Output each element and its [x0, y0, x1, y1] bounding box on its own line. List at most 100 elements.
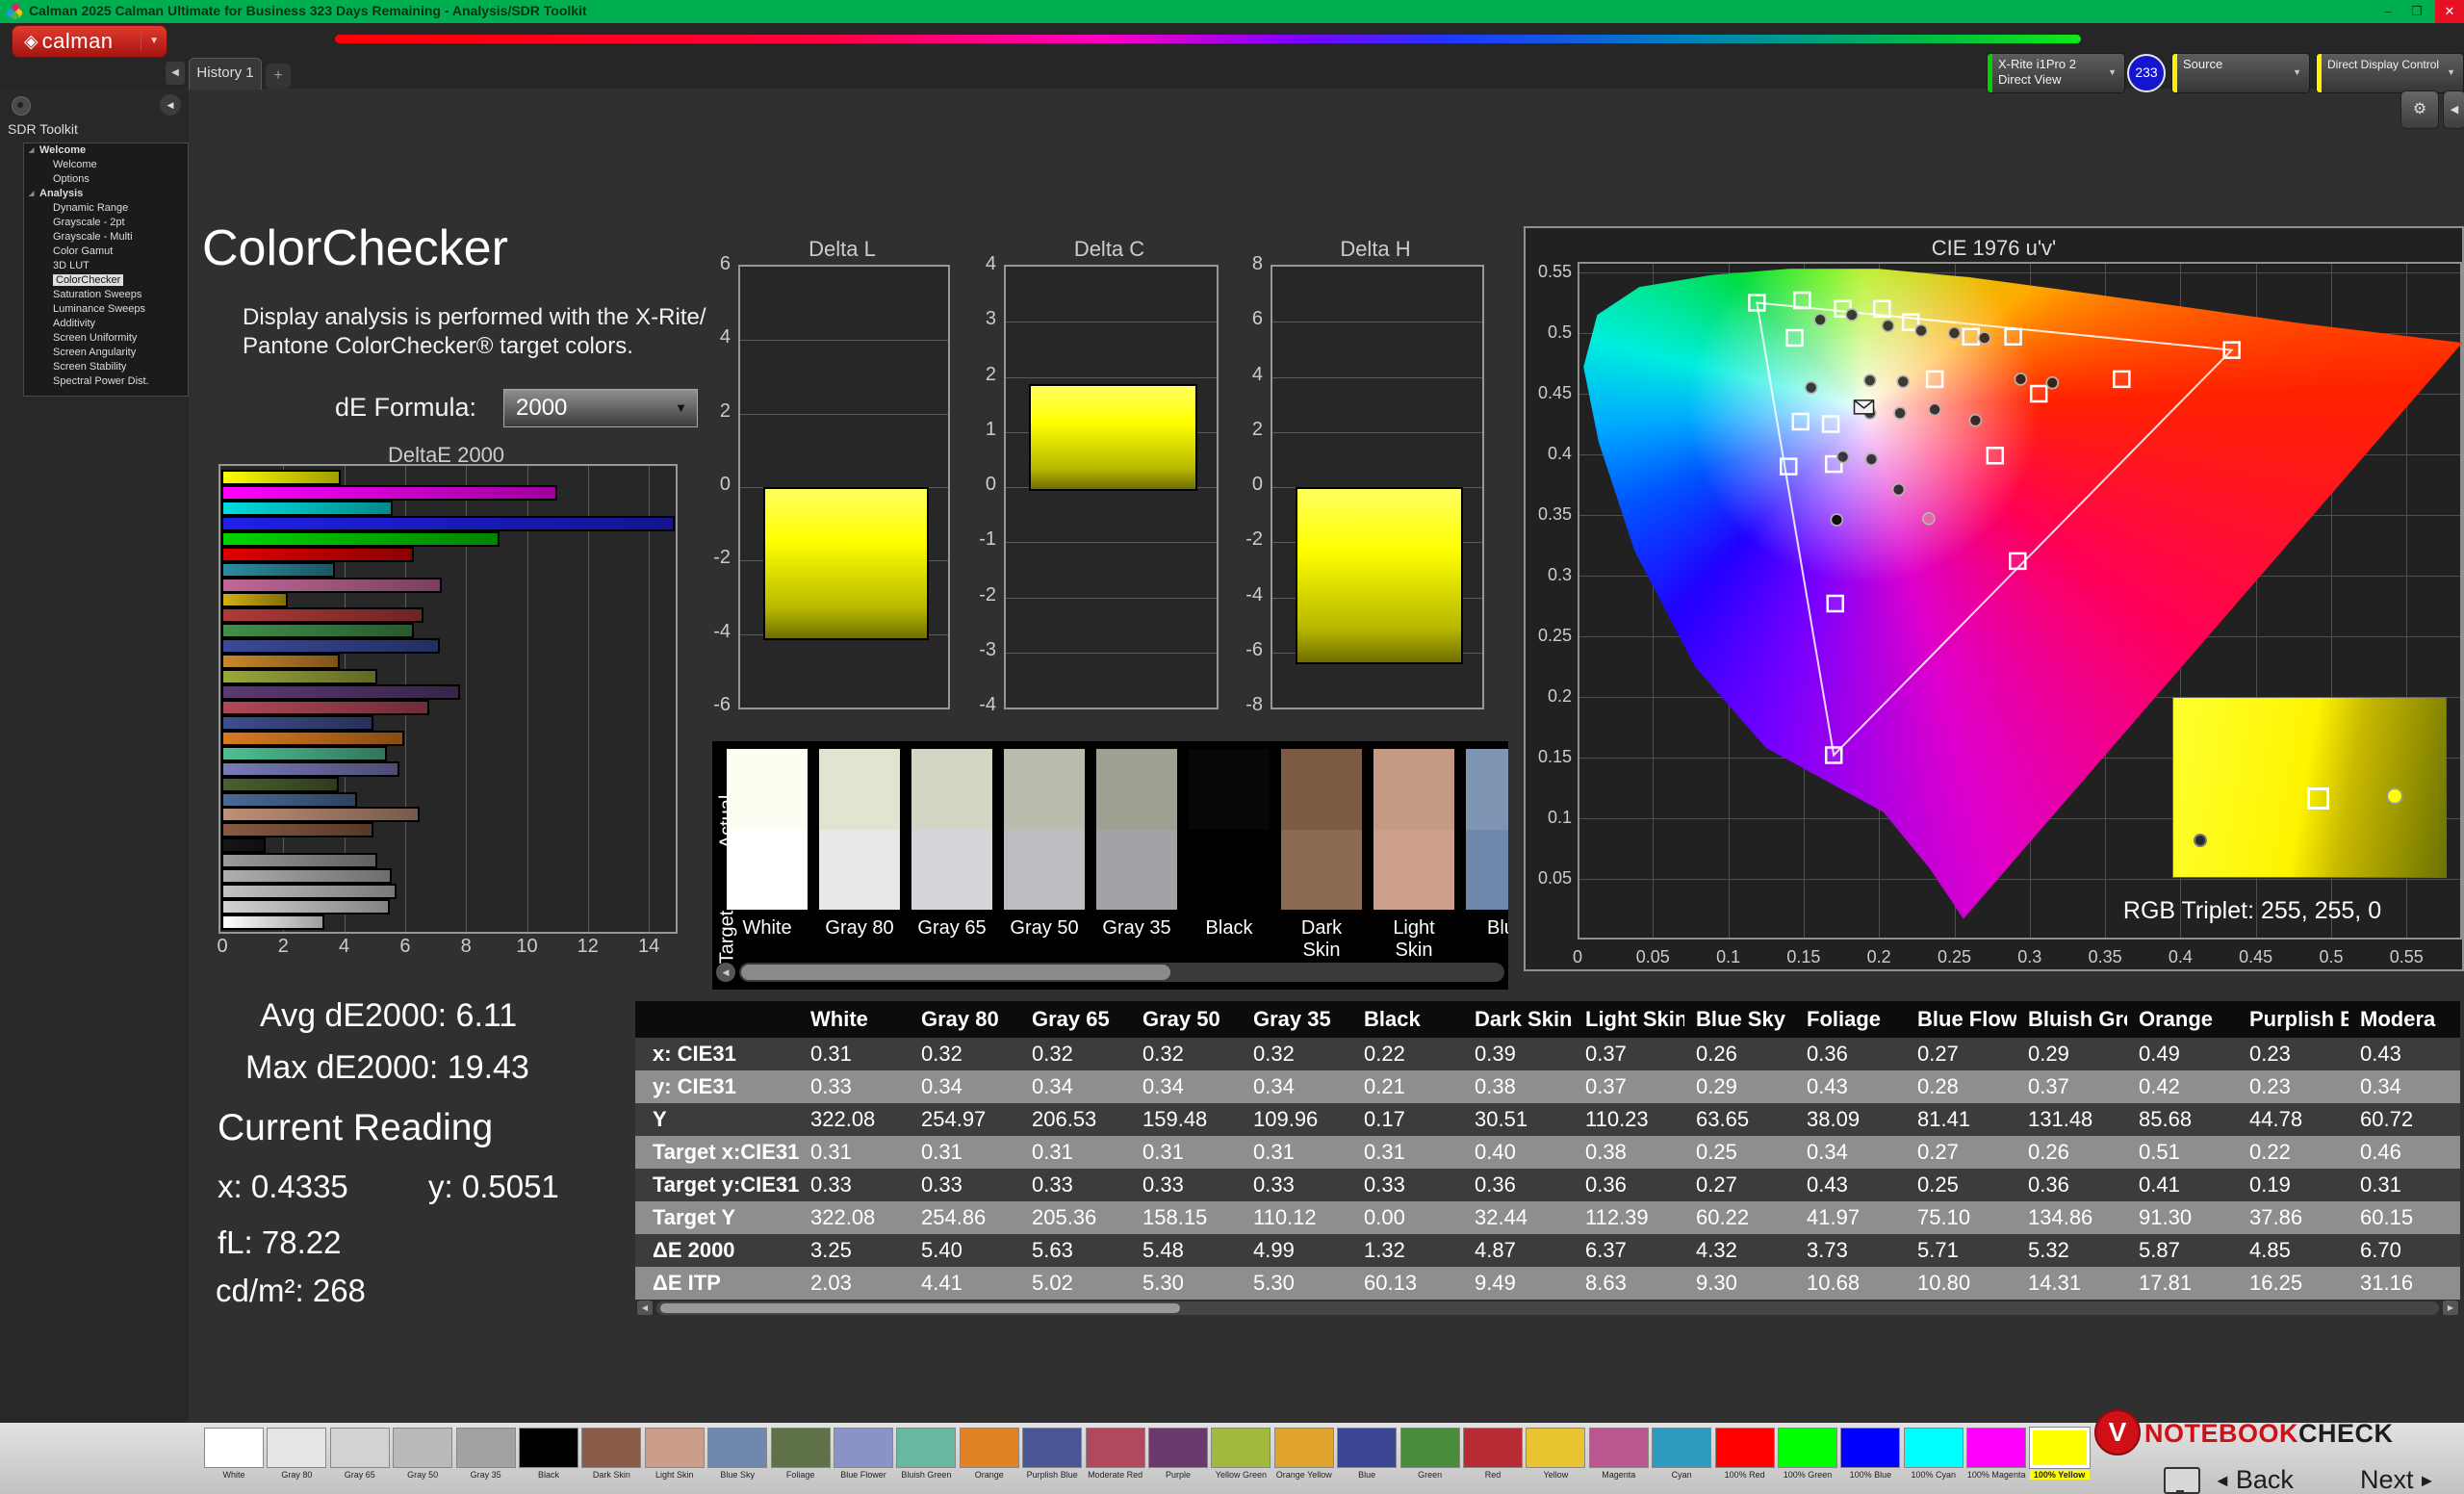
sidebar-item-spectral-power-dist-[interactable]: Spectral Power Dist.	[24, 374, 188, 389]
sidebar-item-saturation-sweeps[interactable]: Saturation Sweeps	[24, 288, 188, 302]
delta-tick-label: 6	[1220, 308, 1263, 330]
patch-tile-moderate-red[interactable]: Moderate Red	[1086, 1428, 1145, 1468]
table-cell: 0.31	[1131, 1136, 1242, 1169]
patch-tile-orange[interactable]: Orange	[960, 1428, 1019, 1468]
patch-tile-orange-yellow[interactable]: Orange Yellow	[1274, 1428, 1334, 1468]
table-scroll-right-icon[interactable]: ▶	[2443, 1301, 2458, 1315]
table-cell: 60.72	[2348, 1103, 2459, 1136]
swatch-scrollbar-thumb[interactable]	[741, 965, 1170, 980]
table-cell: 1.32	[1352, 1234, 1463, 1267]
sidebar-item-3d-lut[interactable]: 3D LUT	[24, 259, 188, 273]
patch-tile-yellow[interactable]: Yellow	[1526, 1428, 1585, 1468]
settings-gear-button[interactable]: ⚙	[2400, 90, 2439, 129]
sidebar-item-additivity[interactable]: Additivity	[24, 317, 188, 331]
table-cell: 14.31	[2016, 1267, 2127, 1300]
table-cell: 41.97	[1795, 1201, 1906, 1234]
table-row: x: CIE310.310.320.320.320.320.220.390.37…	[635, 1038, 2460, 1070]
table-scroll-left-icon[interactable]: ◀	[637, 1301, 653, 1315]
sidebar-group-analysis[interactable]: ◢Analysis	[24, 187, 188, 201]
de2000-bar-green	[221, 623, 414, 638]
patch-tile-100-red[interactable]: 100% Red	[1715, 1428, 1775, 1468]
de2000-bar-orange-yellow	[221, 654, 340, 669]
back-button[interactable]: ◄ Back	[2214, 1465, 2294, 1494]
sidebar-item-screen-stability[interactable]: Screen Stability	[24, 360, 188, 374]
table-cell: 0.22	[1352, 1038, 1463, 1070]
patch-tile-light-skin[interactable]: Light Skin	[645, 1428, 705, 1468]
sidebar-item-dynamic-range[interactable]: Dynamic Range	[24, 201, 188, 216]
patch-tile-100-yellow[interactable]: 100% Yellow	[2030, 1428, 2090, 1468]
patch-label: Blue	[1337, 1470, 1397, 1480]
table-cell: 0.33	[1131, 1169, 1242, 1201]
patch-color	[1715, 1428, 1775, 1468]
close-button[interactable]: ✕	[2435, 0, 2464, 23]
target-color	[1096, 830, 1177, 910]
patch-tile-yellow-green[interactable]: Yellow Green	[1211, 1428, 1270, 1468]
collapse-left-icon[interactable]: ◀	[166, 62, 185, 85]
patch-color	[267, 1428, 326, 1468]
de-formula-dropdown[interactable]: 2000 ▼	[503, 389, 698, 427]
patch-tile-gray-35[interactable]: Gray 35	[456, 1428, 516, 1468]
table-cell: 134.86	[2016, 1201, 2127, 1234]
cie-1976-chart: CIE 1976 u'v' 00.050.10.150.20.250.30.35…	[1524, 226, 2464, 971]
patch-tile-purple[interactable]: Purple	[1148, 1428, 1208, 1468]
patch-tile-100-green[interactable]: 100% Green	[1778, 1428, 1837, 1468]
sidebar-item-grayscale-multi[interactable]: Grayscale - Multi	[24, 230, 188, 245]
sidebar-group-welcome[interactable]: ◢Welcome	[24, 143, 188, 158]
sidebar-item-color-gamut[interactable]: Color Gamut	[24, 245, 188, 259]
patch-label: Cyan	[1652, 1470, 1711, 1480]
display-control-dropdown[interactable]: Direct Display Control ▼	[2316, 53, 2464, 93]
sidebar-collapse-icon[interactable]: ◀	[160, 94, 181, 116]
table-cell: 0.38	[1463, 1070, 1574, 1103]
chevron-down-icon: ▼	[2293, 67, 2301, 77]
pin-icon[interactable]	[12, 96, 31, 116]
tab-history[interactable]: History 1	[189, 58, 262, 90]
source-dropdown[interactable]: Source ▼	[2171, 53, 2310, 93]
patch-tile-green[interactable]: Green	[1400, 1428, 1460, 1468]
patch-tile-white[interactable]: White	[204, 1428, 264, 1468]
table-scrollbar-thumb[interactable]	[660, 1303, 1180, 1313]
swatch-scroll-left-icon[interactable]: ◀	[716, 963, 735, 982]
measured-circle-marker	[1806, 382, 1817, 394]
sidebar-item-grayscale-2pt[interactable]: Grayscale - 2pt	[24, 216, 188, 230]
sidebar-item-screen-angularity[interactable]: Screen Angularity	[24, 346, 188, 360]
sidebar-item-welcome[interactable]: Welcome	[24, 158, 188, 172]
patch-tile-gray-65[interactable]: Gray 65	[330, 1428, 390, 1468]
sidebar-item-colorchecker[interactable]: ColorChecker	[24, 273, 188, 288]
patch-color	[1086, 1428, 1145, 1468]
tree-collapse-icon[interactable]: ◢	[29, 187, 34, 201]
meter-dropdown[interactable]: X-Rite i1Pro 2 Direct View ▼	[1987, 53, 2125, 93]
patch-tile-cyan[interactable]: Cyan	[1652, 1428, 1711, 1468]
patch-tile-blue-flower[interactable]: Blue Flower	[834, 1428, 893, 1468]
display-monitor-icon[interactable]	[2164, 1467, 2200, 1494]
patch-tile-purplish-blue[interactable]: Purplish Blue	[1022, 1428, 1082, 1468]
patch-tile-100-magenta[interactable]: 100% Magenta	[1966, 1428, 2026, 1468]
patch-tile-dark-skin[interactable]: Dark Skin	[581, 1428, 641, 1468]
tree-collapse-icon[interactable]: ◢	[29, 143, 34, 158]
column-header-gray-80: Gray 80	[910, 1001, 1020, 1038]
patch-tile-bluish-green[interactable]: Bluish Green	[896, 1428, 956, 1468]
patch-tile-foliage[interactable]: Foliage	[771, 1428, 831, 1468]
panel-collapse-button[interactable]: ◀	[2443, 90, 2464, 129]
sidebar-item-screen-uniformity[interactable]: Screen Uniformity	[24, 331, 188, 346]
patch-tile-black[interactable]: Black	[519, 1428, 578, 1468]
table-cell: 0.37	[2016, 1070, 2127, 1103]
patch-tile-blue-sky[interactable]: Blue Sky	[707, 1428, 767, 1468]
patch-tile-gray-80[interactable]: Gray 80	[267, 1428, 326, 1468]
patch-tile-magenta[interactable]: Magenta	[1589, 1428, 1649, 1468]
patch-tile-100-blue[interactable]: 100% Blue	[1840, 1428, 1900, 1468]
delta-tick-label: 3	[954, 308, 996, 330]
next-button[interactable]: Next ►	[2360, 1465, 2435, 1494]
sidebar-item-options[interactable]: Options	[24, 172, 188, 187]
patch-tile-gray-50[interactable]: Gray 50	[393, 1428, 452, 1468]
meter-count-badge[interactable]: 233	[2127, 54, 2166, 92]
gridline	[1006, 542, 1217, 543]
maximize-button[interactable]: ❐	[2402, 0, 2431, 23]
patch-tile-blue[interactable]: Blue	[1337, 1428, 1397, 1468]
patch-tile-100-cyan[interactable]: 100% Cyan	[1904, 1428, 1964, 1468]
add-tab-button[interactable]: +	[266, 64, 291, 89]
calman-menu-button[interactable]: ◈ calman ▼	[12, 25, 167, 58]
patch-tile-red[interactable]: Red	[1463, 1428, 1523, 1468]
de2000-bar-100-cyan	[221, 501, 393, 516]
minimize-button[interactable]: –	[2374, 0, 2402, 23]
sidebar-item-luminance-sweeps[interactable]: Luminance Sweeps	[24, 302, 188, 317]
